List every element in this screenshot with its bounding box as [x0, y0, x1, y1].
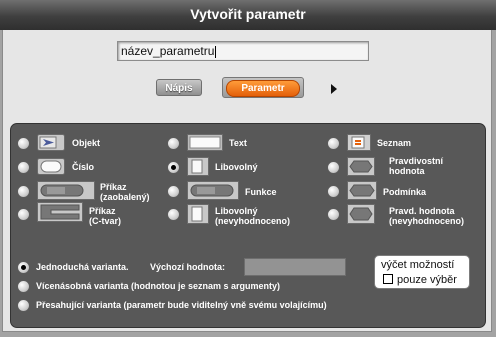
- type-label-pravd-nevyhodnoceno-line1: Pravd. hodnota: [389, 206, 455, 216]
- type-label-seznam: Seznam: [377, 138, 412, 148]
- type-label-prikaz-c: Příkaz (C-tvar): [89, 206, 121, 226]
- radio-prikaz-c[interactable]: [17, 208, 30, 221]
- type-label-libovolny-nevyhodnoceno-line2: (nevyhodnoceno): [215, 216, 291, 226]
- type-label-text: Text: [229, 138, 247, 148]
- default-value-label: Výchozí hodnota:: [150, 262, 225, 272]
- type-label-pravdivostni-line2: hodnota: [389, 166, 425, 176]
- any-type-icon: [187, 157, 209, 176]
- default-value-input[interactable]: [244, 258, 346, 276]
- radio-funkce[interactable]: [167, 185, 180, 198]
- text-cursor: [215, 45, 217, 58]
- list-type-icon: [347, 134, 371, 151]
- radio-single-variant[interactable]: [17, 261, 30, 274]
- expand-arrow-icon[interactable]: [331, 84, 337, 94]
- type-label-pravd-nevyhodnoceno-line2: (nevyhodnoceno): [389, 216, 465, 226]
- read-only-label: pouze výběr: [397, 274, 457, 286]
- parameter-category-button[interactable]: Parametr: [222, 77, 304, 98]
- multi-variant-label: Vícenásobná varianta (hodnotou je seznam…: [36, 281, 281, 291]
- radio-text[interactable]: [167, 137, 180, 150]
- upvar-variant-label: Přesahující varianta (parametr bude vidi…: [36, 300, 327, 310]
- type-label-libovolny: Libovolný: [215, 162, 258, 172]
- text-type-icon: [187, 134, 223, 151]
- unevaluated-boolean-type-icon: [347, 204, 375, 224]
- radio-upvar-variant[interactable]: [17, 299, 30, 312]
- options-box[interactable]: výčet možností pouze výběr: [374, 255, 470, 289]
- read-only-option[interactable]: pouze výběr: [383, 274, 457, 286]
- radio-prikaz-zaobaleny[interactable]: [17, 185, 30, 198]
- options-label[interactable]: výčet možností: [381, 259, 454, 271]
- radio-libovolny[interactable]: [167, 161, 180, 174]
- predicate-type-icon: [347, 181, 377, 200]
- type-label-prikaz-zaobaleny-line2: (zaobalený): [100, 192, 150, 202]
- radio-podminka[interactable]: [327, 185, 340, 198]
- c-shaped-command-type-icon: [37, 202, 83, 222]
- number-type-icon: [37, 158, 65, 175]
- type-label-podminka: Podmínka: [383, 187, 427, 197]
- single-variant-label: Jednoduchá varianta.: [36, 262, 129, 272]
- reporter-command-type-icon: [37, 181, 95, 200]
- function-type-icon: [187, 181, 239, 200]
- radio-seznam[interactable]: [327, 137, 340, 150]
- type-label-pravdivostni-line1: Pravdivostní: [389, 156, 444, 166]
- type-label-pravdivostni: Pravdivostní hodnota: [389, 156, 443, 176]
- boolean-type-icon: [347, 157, 375, 176]
- type-label-libovolny-nevyhodnoceno: Libovolný (nevyhodnoceno): [215, 206, 290, 226]
- parameter-name-input[interactable]: název_parametru: [117, 41, 369, 61]
- type-label-objekt: Objekt: [72, 138, 101, 148]
- radio-pravd-nevyhodnoceno[interactable]: [327, 208, 340, 221]
- type-label-prikaz-zaobaleny: Příkaz (zaobalený): [100, 182, 150, 202]
- type-label-prikaz-zaobaleny-line1: Příkaz: [100, 182, 127, 192]
- type-label-libovolny-nevyhodnoceno-line1: Libovolný: [215, 206, 258, 216]
- radio-multi-variant[interactable]: [17, 280, 30, 293]
- radio-libovolny-nevyhodnoceno[interactable]: [167, 208, 180, 221]
- type-label-cislo: Číslo: [72, 162, 95, 172]
- type-label-prikaz-c-line1: Příkaz: [89, 206, 116, 216]
- object-type-icon: [37, 134, 65, 151]
- radio-cislo[interactable]: [17, 161, 30, 174]
- label-category-button[interactable]: Nápis: [156, 79, 202, 96]
- radio-pravdivostni[interactable]: [327, 161, 340, 174]
- read-only-checkbox[interactable]: [383, 274, 393, 284]
- type-label-pravd-nevyhodnoceno: Pravd. hodnota (nevyhodnoceno): [389, 206, 464, 226]
- type-label-prikaz-c-line2: (C-tvar): [89, 216, 122, 226]
- type-label-funkce: Funkce: [245, 187, 277, 197]
- radio-objekt[interactable]: [17, 137, 30, 150]
- dialog-titlebar[interactable]: Vytvořit parametr: [0, 0, 496, 30]
- dialog-title: Vytvořit parametr: [190, 6, 306, 22]
- parameter-category-label: Parametr: [226, 80, 300, 97]
- unevaluated-any-type-icon: [187, 204, 209, 224]
- parameter-name-value: název_parametru: [121, 44, 215, 58]
